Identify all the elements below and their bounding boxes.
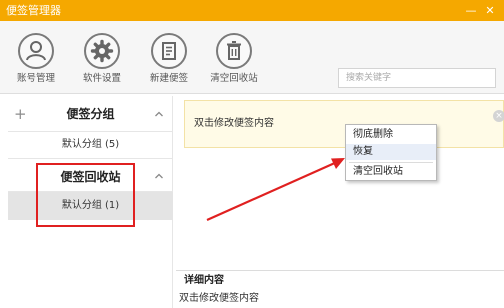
menu-item-restore[interactable]: 恢复 — [346, 144, 436, 160]
note-close-icon[interactable]: × — [493, 110, 504, 122]
note-icon — [162, 42, 176, 60]
gear-icon — [90, 39, 114, 63]
title-bar — [0, 0, 504, 21]
detail-content: 双击修改便签内容 — [179, 293, 259, 304]
menu-item-empty-recycle[interactable]: 清空回收站 — [346, 164, 436, 180]
window-title: 便签管理器 — [6, 4, 61, 17]
search-input[interactable]: 搜索关键字 — [338, 68, 496, 88]
menu-separator — [349, 162, 433, 163]
detail-title: 详细内容 — [184, 275, 224, 286]
close-button[interactable]: ✕ — [484, 0, 496, 21]
account-manage-label: 账号管理 — [16, 73, 55, 84]
trash-icon — [227, 41, 241, 60]
note-card[interactable]: 双击修改便签内容 × — [184, 100, 504, 148]
context-menu: 彻底删除 恢复 清空回收站 — [345, 124, 437, 181]
chevron-up-icon[interactable] — [154, 109, 164, 119]
user-icon — [26, 41, 46, 61]
settings-label: 软件设置 — [82, 73, 121, 84]
chevron-up-icon[interactable] — [154, 171, 164, 181]
new-note-button[interactable] — [151, 33, 187, 69]
account-manage-button[interactable] — [18, 33, 54, 69]
settings-button[interactable] — [84, 33, 120, 69]
empty-recycle-label: 清空回收站 — [210, 73, 258, 84]
minimize-button[interactable]: — — [465, 0, 477, 21]
note-groups-header[interactable]: + 便签分组 — [8, 96, 173, 132]
search-placeholder: 搜索关键字 — [346, 73, 392, 83]
highlight-box — [36, 163, 135, 227]
group-item-default[interactable]: 默认分组 (5) — [8, 139, 173, 151]
empty-recycle-button[interactable] — [216, 33, 252, 69]
new-note-label: 新建便签 — [149, 73, 188, 84]
note-groups-title: 便签分组 — [66, 107, 115, 121]
menu-item-delete-permanently[interactable]: 彻底删除 — [346, 127, 436, 143]
note-card-text: 双击修改便签内容 — [194, 118, 274, 129]
detail-panel: 详细内容 双击修改便签内容 — [176, 270, 504, 308]
